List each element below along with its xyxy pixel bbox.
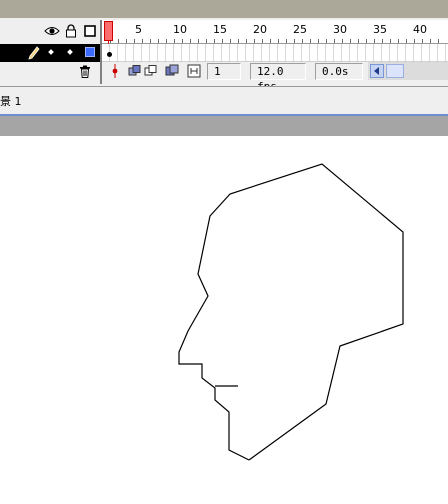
arrow-left-icon[interactable] <box>370 64 384 78</box>
ruler-label: 15 <box>213 23 227 36</box>
trash-icon[interactable] <box>77 63 93 79</box>
frame-rate-field[interactable]: 12.0 fps <box>250 63 306 93</box>
ruler-label: 10 <box>173 23 187 36</box>
drawing-svg <box>178 163 404 461</box>
frame-ruler[interactable]: 1 5 10 15 20 25 30 35 40 <box>102 20 448 44</box>
pencil-icon <box>28 46 40 63</box>
center-frame-icon[interactable] <box>108 64 122 78</box>
keyframe-dot[interactable] <box>107 52 112 57</box>
current-frame-field[interactable]: 1 <box>207 63 241 80</box>
onion-skin-icon[interactable] <box>128 64 142 78</box>
onion-skin-outlines-icon[interactable] <box>144 64 158 78</box>
edit-multiple-frames-icon[interactable] <box>165 64 179 78</box>
modify-onion-markers-icon[interactable] <box>187 64 201 78</box>
visible-dot-icon[interactable] <box>48 49 54 55</box>
ruler-label: 40 <box>413 23 427 36</box>
outline-square-icon[interactable] <box>82 23 98 39</box>
eye-icon[interactable] <box>44 23 60 39</box>
stage-canvas[interactable] <box>0 136 448 504</box>
ruler-label: 30 <box>333 23 347 36</box>
playhead[interactable] <box>104 21 113 41</box>
scene-label[interactable]: 景 1 <box>0 93 22 109</box>
ruler-label: 25 <box>293 23 307 36</box>
ruler-label: 35 <box>373 23 387 36</box>
lock-dot-icon[interactable] <box>67 49 73 55</box>
head-profile-outline[interactable] <box>178 163 404 461</box>
scrollbar-thumb[interactable] <box>386 64 404 78</box>
layer-frames[interactable] <box>102 44 448 62</box>
edit-bar <box>0 86 448 114</box>
ruler-label: 20 <box>253 23 267 36</box>
lock-icon[interactable] <box>63 23 79 39</box>
ruler-label: 5 <box>135 23 142 36</box>
stage-top-band <box>0 116 448 136</box>
layer-row-selected[interactable] <box>0 44 100 62</box>
layer-color-swatch[interactable] <box>85 47 95 57</box>
timeline-title-strip <box>0 0 448 18</box>
elapsed-time-field[interactable]: 0.0s <box>315 63 363 80</box>
